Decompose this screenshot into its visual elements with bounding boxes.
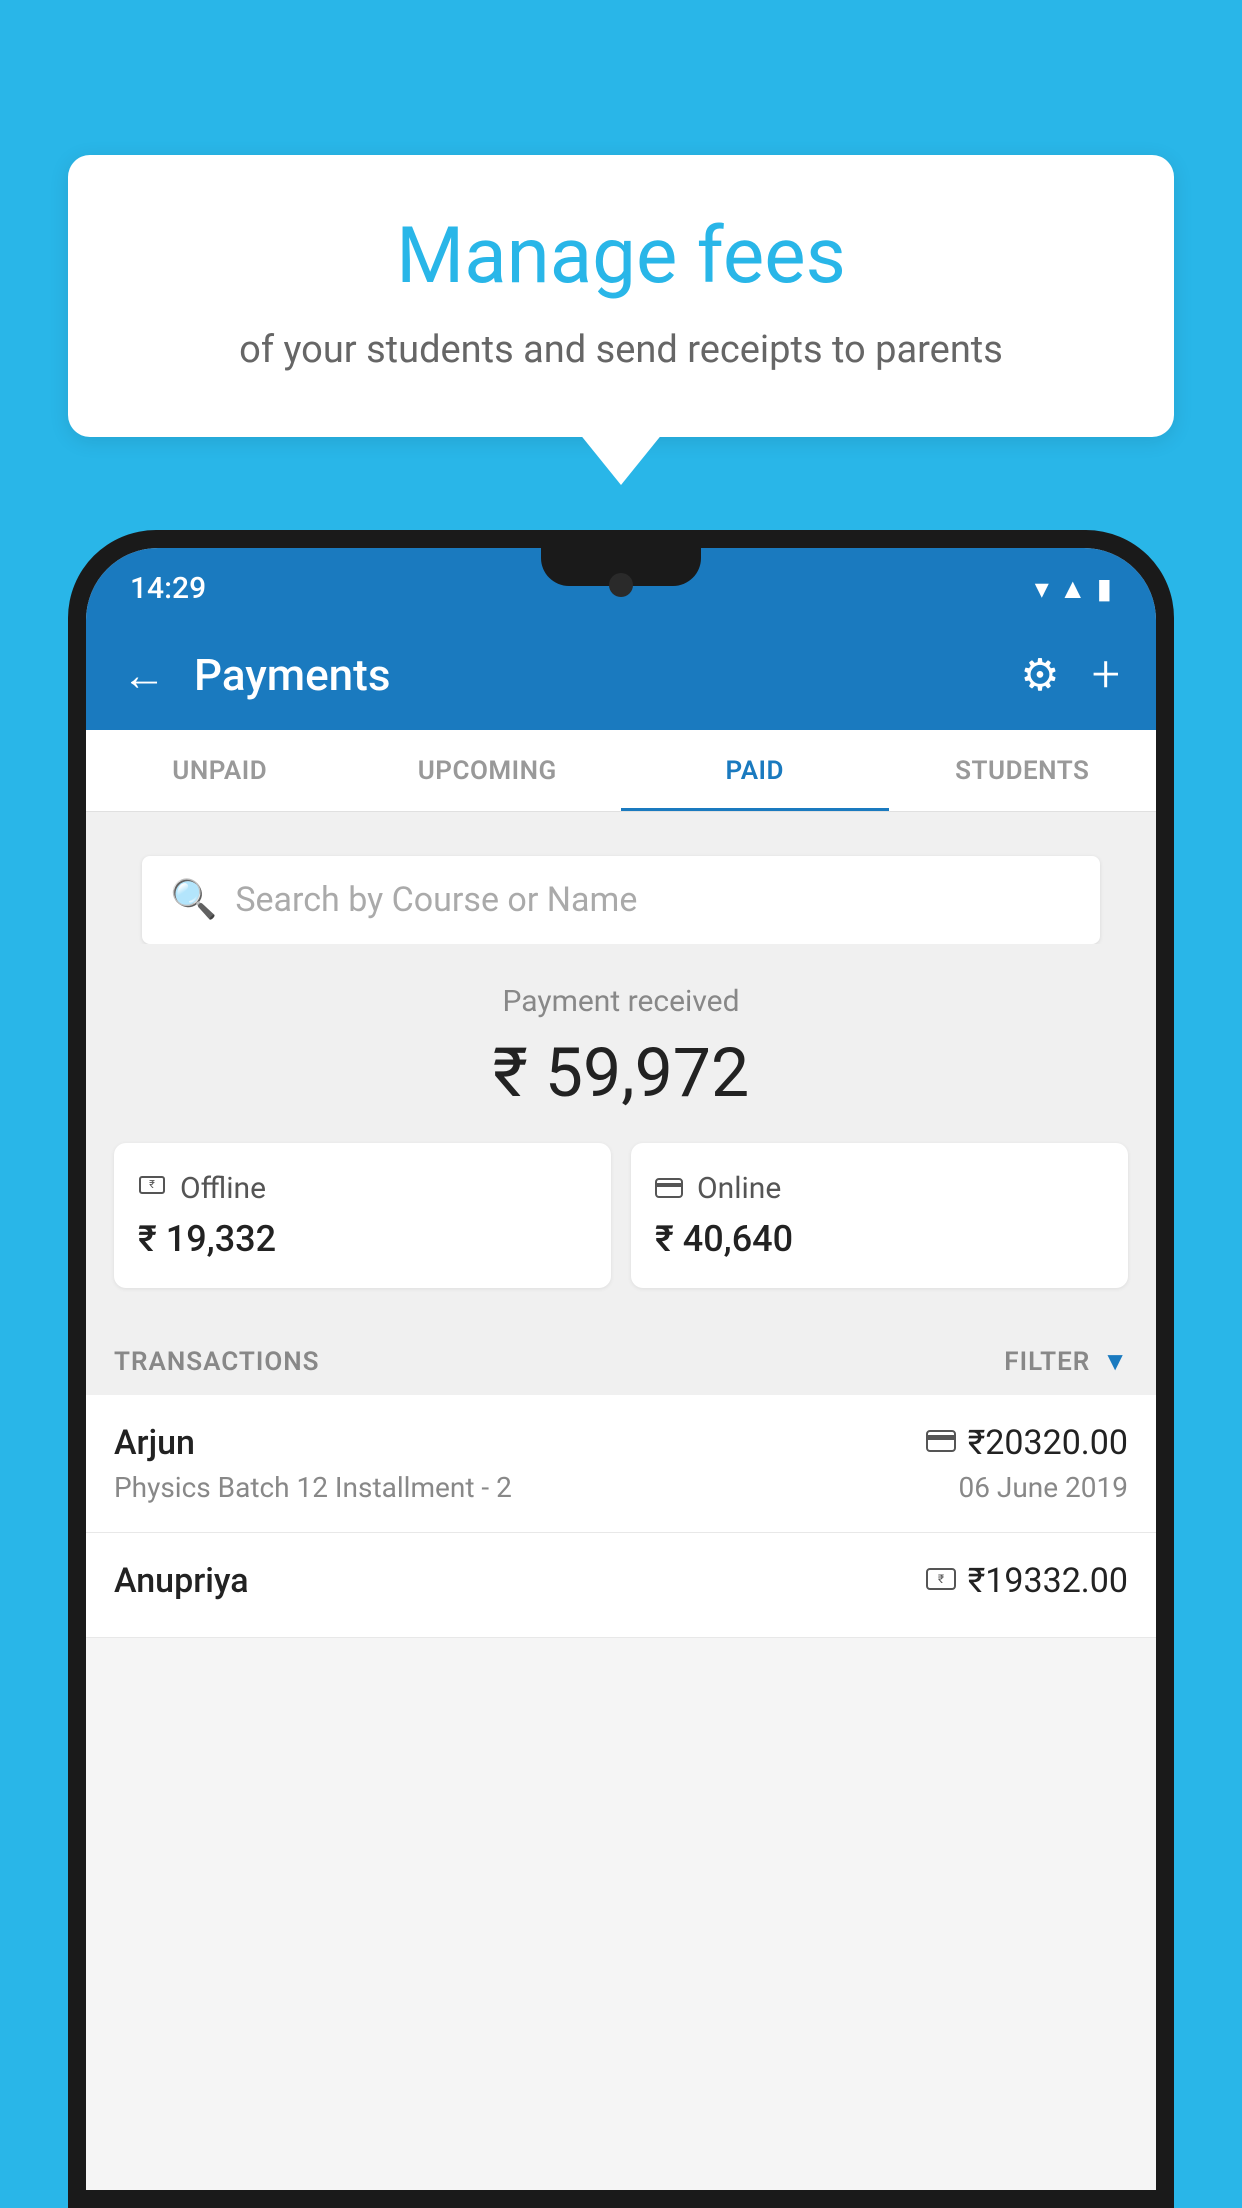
phone-notch	[541, 548, 701, 586]
tab-bar: UNPAID UPCOMING PAID STUDENTS	[86, 730, 1156, 812]
online-icon	[655, 1172, 683, 1205]
tab-paid[interactable]: PAID	[621, 730, 889, 811]
offline-payment-icon: ₹	[926, 1568, 956, 1594]
gear-icon[interactable]: ⚙	[1020, 649, 1059, 701]
status-time: 14:29	[130, 571, 206, 606]
phone-mockup: 14:29 ▾ ▲ ▮ ← Payments ⚙ +	[68, 530, 1174, 2208]
transaction-row[interactable]: Arjun ₹20320.00	[86, 1395, 1156, 1533]
tooltip-title: Manage fees	[128, 210, 1114, 304]
transactions-label: TRANSACTIONS	[114, 1347, 320, 1377]
search-icon: 🔍	[170, 878, 217, 922]
app-bar: ← Payments ⚙ +	[86, 620, 1156, 730]
offline-icon: ₹	[138, 1171, 166, 1206]
back-button[interactable]: ←	[122, 649, 166, 701]
transaction-amount-container: ₹20320.00	[926, 1423, 1128, 1463]
payment-cards: ₹ Offline ₹ 19,332	[114, 1143, 1128, 1288]
wifi-icon: ▾	[1035, 572, 1049, 605]
transaction-detail: Physics Batch 12 Installment - 2	[114, 1471, 512, 1504]
app-bar-title: Payments	[194, 649, 390, 701]
transactions-list: Arjun ₹20320.00	[86, 1395, 1156, 1638]
phone-camera	[609, 573, 633, 597]
search-bar[interactable]: 🔍 Search by Course or Name	[142, 856, 1100, 944]
svg-text:₹: ₹	[149, 1178, 155, 1191]
filter-label: FILTER	[1004, 1347, 1090, 1377]
offline-card: ₹ Offline ₹ 19,332	[114, 1143, 611, 1288]
app-bar-right: ⚙ +	[1020, 646, 1120, 704]
online-card: Online ₹ 40,640	[631, 1143, 1128, 1288]
transaction-name: Anupriya	[114, 1561, 249, 1601]
filter-button[interactable]: FILTER ▼	[1004, 1346, 1128, 1377]
transaction-row[interactable]: Anupriya ₹ ₹19332.00	[86, 1533, 1156, 1638]
search-placeholder-text: Search by Course or Name	[235, 880, 637, 920]
offline-label: Offline	[180, 1171, 266, 1206]
transaction-date: 06 June 2019	[958, 1471, 1128, 1504]
add-icon[interactable]: +	[1092, 646, 1120, 704]
payment-summary: Payment received ₹ 59,972 ₹	[86, 944, 1156, 1318]
battery-icon: ▮	[1097, 572, 1112, 605]
tab-upcoming[interactable]: UPCOMING	[354, 730, 622, 811]
offline-amount: ₹ 19,332	[138, 1218, 276, 1260]
tab-unpaid[interactable]: UNPAID	[86, 730, 354, 811]
payment-received-label: Payment received	[114, 984, 1128, 1019]
signal-icon: ▲	[1059, 572, 1087, 605]
phone-screen: 14:29 ▾ ▲ ▮ ← Payments ⚙ +	[86, 548, 1156, 2190]
transaction-name: Arjun	[114, 1423, 195, 1463]
tooltip-bubble: Manage fees of your students and send re…	[68, 155, 1174, 437]
total-amount: ₹ 59,972	[114, 1033, 1128, 1113]
transaction-amount-container: ₹ ₹19332.00	[926, 1561, 1128, 1601]
transactions-header: TRANSACTIONS FILTER ▼	[86, 1318, 1156, 1395]
filter-icon: ▼	[1102, 1346, 1128, 1377]
transaction-amount: ₹19332.00	[968, 1561, 1128, 1601]
app-bar-left: ← Payments	[122, 649, 390, 701]
svg-text:₹: ₹	[938, 1572, 944, 1586]
online-payment-icon	[926, 1430, 956, 1456]
transaction-amount: ₹20320.00	[968, 1423, 1128, 1463]
online-label: Online	[697, 1171, 781, 1206]
online-amount: ₹ 40,640	[655, 1218, 793, 1260]
status-icons: ▾ ▲ ▮	[1035, 572, 1112, 605]
tab-students[interactable]: STUDENTS	[889, 730, 1157, 811]
tooltip-subtitle: of your students and send receipts to pa…	[128, 324, 1114, 377]
